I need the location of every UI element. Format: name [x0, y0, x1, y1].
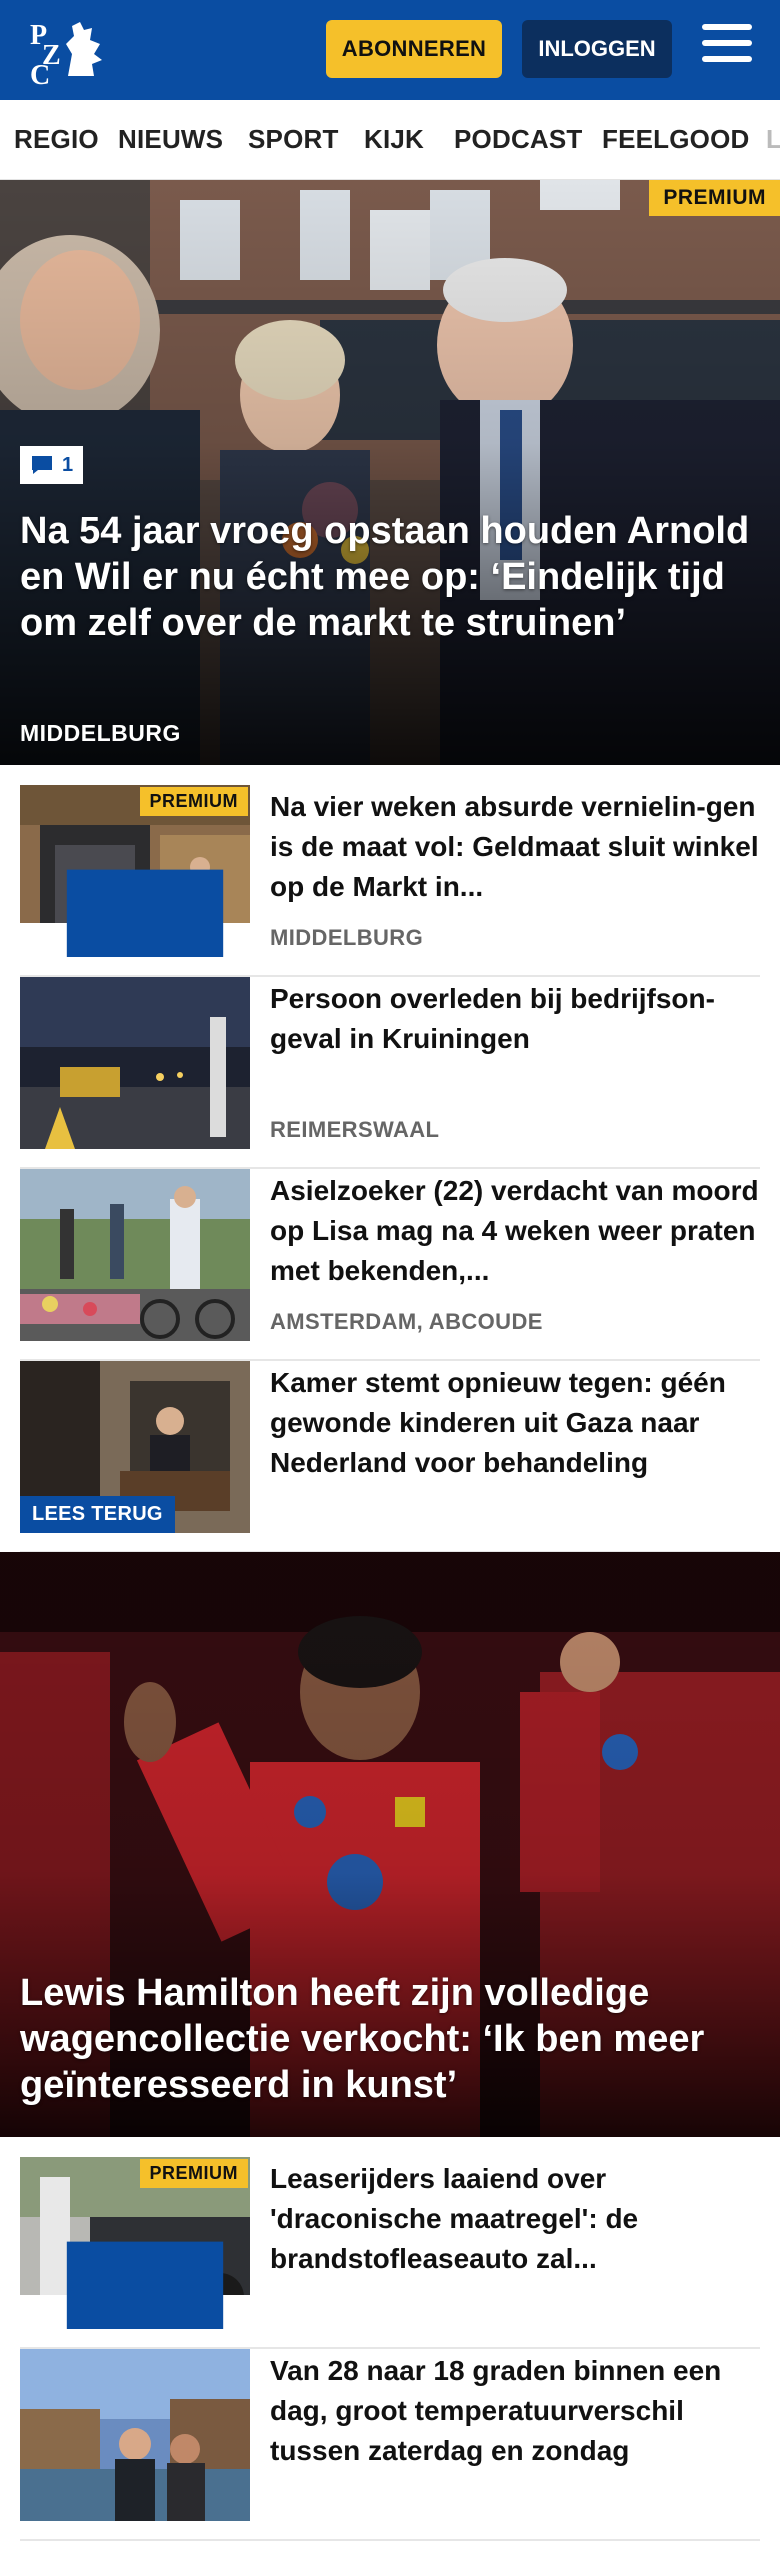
- nav-item-nieuws[interactable]: NIEUWS: [118, 124, 223, 155]
- hero-image: [0, 180, 780, 765]
- article-item[interactable]: PREMIUM 1 Leaserijders laaiend over 'dra…: [20, 2157, 760, 2349]
- article-thumbnail: PREMIUM 1: [20, 2157, 250, 2329]
- top-bar: P Z C ABONNEREN INLOGGEN: [0, 0, 780, 100]
- article-headline[interactable]: Asielzoeker (22) verdacht van moord op L…: [270, 1171, 760, 1291]
- article-item[interactable]: LEES TERUG Kamer stemt opnieuw tegen: gé…: [20, 1361, 760, 1553]
- premium-badge: PREMIUM: [139, 2159, 248, 2188]
- read-back-badge: LEES TERUG: [20, 1496, 175, 1533]
- svg-text:C: C: [30, 60, 50, 86]
- hero-location: MIDDELBURG: [20, 720, 181, 746]
- article-location: AMSTERDAM, ABCOUDE: [270, 1309, 543, 1334]
- comment-count-badge[interactable]: 11: [20, 869, 250, 957]
- article-item[interactable]: PREMIUM 11 Na vier weken absurde verniel…: [20, 785, 760, 977]
- feature-headline[interactable]: Lewis Hamilton heeft zijn volledige wage…: [20, 1970, 770, 2108]
- article-location: REIMERSWAAL: [270, 1117, 440, 1142]
- nav-item-sport[interactable]: SPORT: [248, 124, 339, 155]
- premium-badge: PREMIUM: [649, 180, 780, 216]
- comment-count: 1: [62, 453, 74, 476]
- article-thumbnail: [20, 1169, 250, 1341]
- nav-item-kijk[interactable]: KIJK: [364, 124, 424, 155]
- menu-icon[interactable]: [702, 24, 752, 70]
- feature-article[interactable]: Lewis Hamilton heeft zijn volledige wage…: [0, 1552, 780, 2137]
- comment-icon: [66, 2241, 224, 2329]
- nav-item-partial[interactable]: L: [766, 124, 780, 155]
- comment-icon: [32, 456, 52, 474]
- login-button[interactable]: INLOGGEN: [522, 20, 672, 78]
- article-headline[interactable]: Leaserijders laaiend over 'draconische m…: [270, 2159, 760, 2279]
- premium-badge: PREMIUM: [139, 787, 248, 816]
- article-headline[interactable]: Kamer stemt opnieuw tegen: géén gewonde …: [270, 1363, 760, 1483]
- article-thumbnail: [20, 977, 250, 1149]
- comment-count-badge[interactable]: 1: [20, 446, 84, 484]
- article-thumbnail: LEES TERUG: [20, 1361, 250, 1533]
- article-item[interactable]: Persoon overleden bij bedrijfson-geval i…: [20, 977, 760, 1169]
- article-headline[interactable]: Na vier weken absurde vernielin-gen is d…: [270, 787, 760, 907]
- article-headline[interactable]: Van 28 naar 18 graden binnen een dag, gr…: [270, 2351, 760, 2471]
- hero-article[interactable]: PREMIUM 1 Na 54 jaar vroeg opstaan houde…: [0, 180, 780, 765]
- article-headline[interactable]: Persoon overleden bij bedrijfson-geval i…: [270, 979, 760, 1059]
- nav-item-regio[interactable]: REGIO: [14, 124, 99, 155]
- article-location: MIDDELBURG: [270, 925, 424, 950]
- article-thumbnail: [20, 2349, 250, 2521]
- nav-item-podcast[interactable]: PODCAST: [454, 124, 583, 155]
- comment-icon: [66, 869, 224, 957]
- subscribe-button[interactable]: ABONNEREN: [326, 20, 502, 78]
- hero-headline[interactable]: Na 54 jaar vroeg opstaan houden Arnold e…: [20, 508, 760, 646]
- pzc-logo[interactable]: P Z C: [28, 14, 112, 91]
- article-thumbnail: PREMIUM 11: [20, 785, 250, 957]
- comment-count-badge[interactable]: 1: [20, 2241, 250, 2329]
- nav-item-feelgood[interactable]: FEELGOOD: [602, 124, 750, 155]
- article-item[interactable]: Asielzoeker (22) verdacht van moord op L…: [20, 1169, 760, 1361]
- section-nav: REGIO NIEUWS SPORT KIJK PODCAST FEELGOOD…: [0, 100, 780, 180]
- article-item[interactable]: Van 28 naar 18 graden binnen een dag, gr…: [20, 2349, 760, 2541]
